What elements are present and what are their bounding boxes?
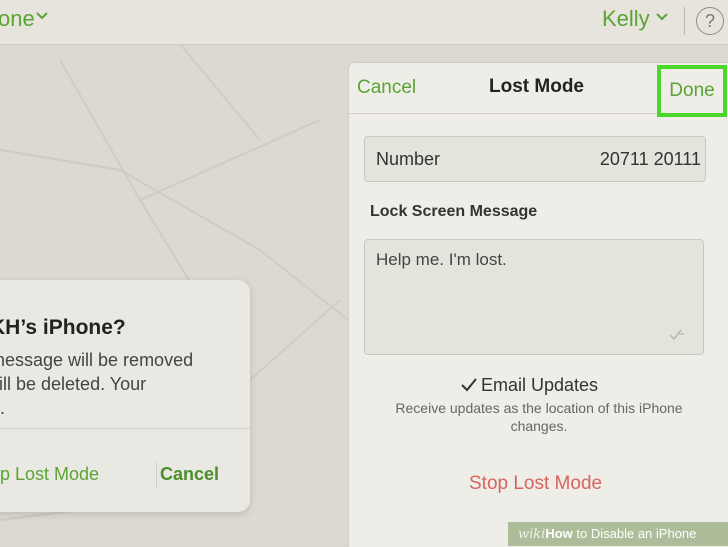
email-updates-description: Receive updates as the location of this … — [395, 400, 683, 434]
panel-title: Lost Mode — [489, 76, 584, 97]
user-menu[interactable]: Kelly — [602, 6, 650, 32]
divider — [684, 7, 685, 35]
done-button[interactable]: Done — [657, 65, 727, 117]
divider — [0, 428, 250, 429]
watermark-wiki: wiki — [518, 527, 546, 542]
lock-screen-message-input[interactable]: Help me. I'm lost. — [364, 239, 704, 355]
watermark-text: to Disable an iPhone — [572, 526, 697, 541]
chevron-down-icon[interactable] — [36, 12, 48, 20]
email-updates-checkbox[interactable]: Email Updates — [461, 375, 598, 396]
divider — [156, 462, 157, 488]
email-updates-label: Email Updates — [481, 375, 599, 395]
dialog-line: message will be removed — [0, 350, 194, 370]
top-bar: one Kelly ? — [0, 0, 728, 45]
dialog-message: message will be removed vill be deleted.… — [0, 348, 230, 420]
dialog-line: d. — [0, 398, 6, 418]
device-selector[interactable]: one — [0, 6, 35, 32]
message-text[interactable]: Help me. I'm lost. — [376, 250, 507, 270]
stop-lost-mode-button[interactable]: Stop Lost Mode — [469, 473, 602, 495]
number-value[interactable]: 20711 20111 — [600, 149, 701, 170]
watermark: wikiHow to Disable an iPhone — [508, 522, 728, 546]
cancel-button[interactable]: Cancel — [357, 77, 416, 99]
phone-number-field[interactable]: Number 20711 20111 — [364, 136, 706, 182]
chevron-down-icon[interactable] — [656, 13, 668, 21]
checkmark-icon[interactable] — [461, 378, 477, 392]
panel-header: Cancel Lost Mode Done — [349, 63, 728, 117]
dialog-line: vill be deleted. Your — [0, 374, 147, 394]
stop-lost-mode-dialog: KH’s iPhone? message will be removed vil… — [0, 280, 250, 512]
watermark-how: How — [545, 526, 573, 541]
help-icon[interactable]: ? — [696, 7, 724, 35]
stop-lost-mode-button[interactable]: op Lost Mode — [0, 464, 99, 485]
lock-screen-message-label: Lock Screen Message — [370, 203, 538, 220]
lost-mode-panel: Cancel Lost Mode Done Number 20711 20111… — [348, 62, 728, 547]
dialog-title: KH’s iPhone? — [0, 316, 126, 339]
dialog-cancel-button[interactable]: Cancel — [160, 464, 219, 485]
spellcheck-icon — [669, 329, 684, 341]
number-label: Number — [376, 149, 441, 169]
